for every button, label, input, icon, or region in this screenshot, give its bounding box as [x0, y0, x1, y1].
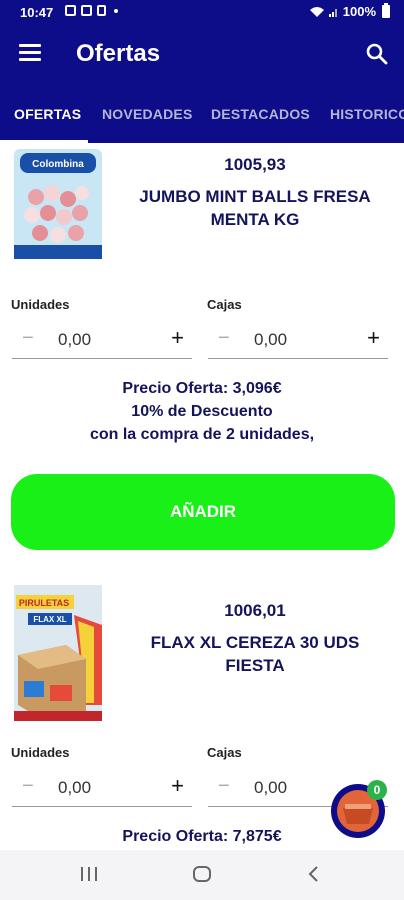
- page-title: Ofertas: [76, 40, 161, 67]
- product-image[interactable]: PIRULETAS FLAX XL: [14, 585, 102, 721]
- battery-icon: [382, 3, 390, 18]
- product-code: 1005,93: [224, 155, 286, 174]
- tab-destacados[interactable]: DESTACADOS: [211, 106, 310, 122]
- tab-ofertas[interactable]: OFERTAS: [14, 106, 81, 122]
- decrement-units-button[interactable]: −: [22, 775, 34, 798]
- product-name-line: MENTA KG: [210, 210, 300, 229]
- notification-icon: [65, 5, 76, 16]
- decrement-units-button[interactable]: −: [22, 327, 34, 350]
- product-image[interactable]: Colombina: [14, 149, 102, 259]
- product-name: JUMBO MINT BALLS FRESA MENTA KG: [120, 185, 390, 231]
- add-button[interactable]: AÑADIR: [11, 474, 395, 550]
- boxes-value[interactable]: 0,00: [254, 330, 287, 350]
- status-time: 10:47: [20, 5, 54, 20]
- decrement-boxes-button[interactable]: −: [218, 775, 230, 798]
- offer-price: Precio Oferta: 7,875€: [122, 828, 282, 845]
- increment-boxes-button[interactable]: +: [367, 325, 380, 351]
- tab-bar: OFERTAS NOVEDADES DESTACADOS HISTORICO: [0, 96, 404, 143]
- system-nav-bar: [0, 850, 404, 900]
- cart-count-badge: 0: [367, 780, 387, 800]
- home-icon[interactable]: [192, 864, 212, 884]
- product-name-line: FLAX XL CEREZA 30 UDS: [150, 633, 360, 652]
- units-label: Unidades: [11, 297, 70, 312]
- svg-text:Colombina: Colombina: [32, 159, 84, 170]
- notification-icons: [65, 5, 118, 16]
- increment-units-button[interactable]: +: [171, 773, 184, 799]
- product-card: Colombina 1005,93 JUMBO MINT BALLS FRESA…: [0, 143, 404, 563]
- offer-discount: 10% de Descuento: [131, 403, 273, 420]
- status-right: 100%: [309, 3, 390, 19]
- decrement-boxes-button[interactable]: −: [218, 327, 230, 350]
- offer-details: Precio Oferta: 3,096€ 10% de Descuento c…: [20, 377, 384, 446]
- offer-details: Precio Oferta: 7,875€: [20, 825, 384, 848]
- units-stepper: − 0,00 +: [12, 321, 192, 359]
- app-header: 10:47 100% Ofertas OFERTAS NOVEDADES DES…: [0, 0, 404, 143]
- offer-price: Precio Oferta: 3,096€: [122, 380, 282, 397]
- units-value[interactable]: 0,00: [58, 330, 91, 350]
- cart-button[interactable]: 0: [331, 780, 387, 838]
- battery-percent: 100%: [342, 4, 376, 19]
- offer-condition: con la compra de 2 unidades,: [89, 426, 315, 443]
- svg-text:FLAX XL: FLAX XL: [33, 615, 66, 624]
- product-name-line: JUMBO MINT BALLS FRESA: [139, 187, 371, 206]
- recent-apps-icon[interactable]: [80, 864, 98, 884]
- signal-icon: [328, 9, 337, 17]
- tab-historico[interactable]: HISTORICO: [330, 106, 404, 122]
- hamburger-menu-icon[interactable]: [19, 44, 41, 62]
- tab-novedades[interactable]: NOVEDADES: [102, 106, 192, 122]
- notification-icon: [97, 5, 106, 16]
- svg-text:PIRULETAS: PIRULETAS: [19, 598, 69, 608]
- product-name-line: FIESTA: [225, 656, 285, 675]
- notification-icon: [81, 5, 92, 16]
- boxes-stepper: − 0,00 +: [208, 321, 388, 359]
- notification-dot-icon: [114, 8, 118, 13]
- boxes-label: Cajas: [207, 297, 242, 312]
- boxes-value[interactable]: 0,00: [254, 778, 287, 798]
- units-stepper: − 0,00 +: [12, 769, 192, 807]
- units-label: Unidades: [11, 745, 70, 760]
- product-name: FLAX XL CEREZA 30 UDS FIESTA: [120, 631, 390, 677]
- increment-units-button[interactable]: +: [171, 325, 184, 351]
- units-value[interactable]: 0,00: [58, 778, 91, 798]
- search-icon[interactable]: [366, 43, 388, 65]
- back-icon[interactable]: [306, 864, 320, 884]
- product-code: 1006,01: [224, 601, 286, 620]
- boxes-label: Cajas: [207, 745, 242, 760]
- status-bar: 10:47 100%: [0, 0, 404, 26]
- wifi-icon: [309, 6, 324, 17]
